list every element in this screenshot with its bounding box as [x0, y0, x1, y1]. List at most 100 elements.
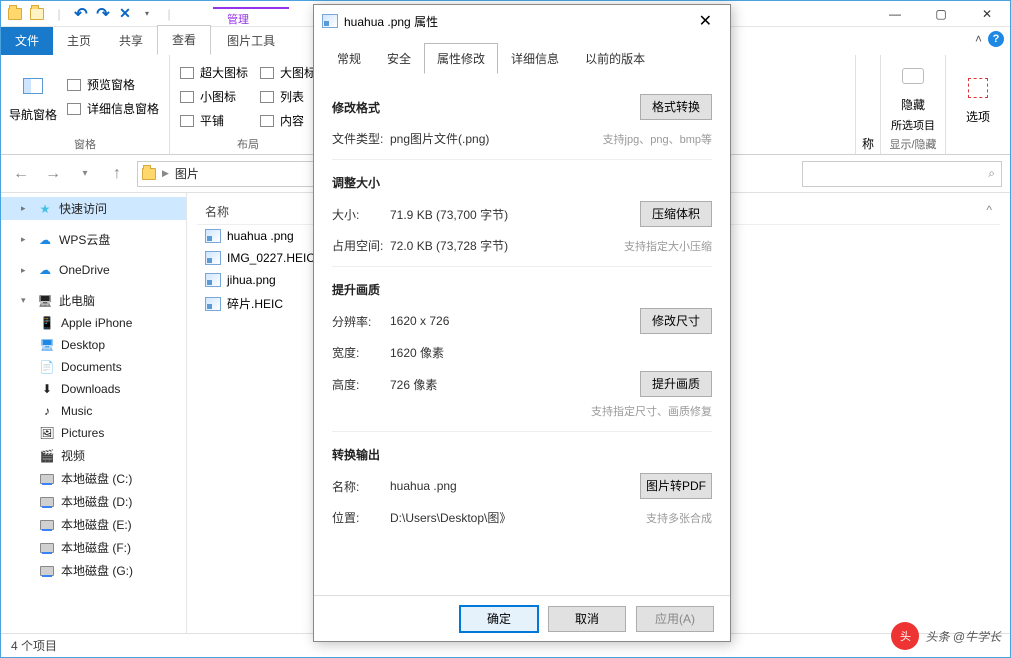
- layout-content[interactable]: 内容: [256, 109, 320, 133]
- dialog-close-button[interactable]: ✕: [689, 7, 722, 35]
- options-button[interactable]: 选项: [952, 59, 1004, 138]
- pc-icon: 🖥: [37, 293, 53, 309]
- item-count: 4 个项目: [11, 637, 57, 654]
- app-icon: [29, 6, 45, 22]
- tree-drive-f[interactable]: 本地磁盘 (F:): [1, 536, 186, 559]
- ribbon-group-right-edge: 称: [855, 55, 881, 154]
- address-folder-icon: [142, 168, 156, 180]
- tab-previous[interactable]: 以前的版本: [572, 43, 658, 74]
- watermark: 头 头条 @牛学长: [891, 622, 1001, 650]
- preview-pane-button[interactable]: 预览窗格: [63, 73, 163, 97]
- ribbon-group-hide: 隐藏 所选项目 显示/隐藏: [881, 55, 946, 154]
- tree-documents[interactable]: 📄Documents: [1, 356, 186, 378]
- small-icons-icon: [180, 91, 194, 103]
- tree-wps-cloud[interactable]: ▸☁WPS云盘: [1, 228, 186, 251]
- window-controls: — ▢ ✕: [872, 1, 1010, 27]
- qat-dropdown-icon[interactable]: ▾: [139, 6, 155, 22]
- tree-onedrive[interactable]: ▸☁OneDrive: [1, 259, 186, 281]
- value-filetype: png图片文件(.png): [390, 130, 603, 147]
- compress-button[interactable]: 压缩体积: [640, 201, 712, 227]
- tree-pictures[interactable]: 🖼Pictures: [1, 422, 186, 444]
- tab-security[interactable]: 安全: [374, 43, 424, 74]
- drive-icon: [39, 540, 55, 556]
- tree-drive-d[interactable]: 本地磁盘 (D:): [1, 490, 186, 513]
- apply-button[interactable]: 应用(A): [636, 606, 714, 632]
- section-quality: 提升画质: [332, 281, 712, 298]
- maximize-button[interactable]: ▢: [918, 1, 964, 27]
- dialog-title: huahua .png 属性: [344, 13, 438, 30]
- ok-button[interactable]: 确定: [460, 606, 538, 632]
- tree-desktop[interactable]: 🖥Desktop: [1, 334, 186, 356]
- col-name[interactable]: 名称: [197, 203, 237, 220]
- ribbon-collapse: ˄ ?: [975, 31, 1004, 47]
- dialog-tabs: 常规 安全 属性修改 详细信息 以前的版本: [314, 37, 730, 74]
- col-sort-icon[interactable]: ^: [978, 203, 1000, 220]
- minimize-button[interactable]: —: [872, 1, 918, 27]
- tab-details[interactable]: 详细信息: [498, 43, 572, 74]
- tab-view[interactable]: 查看: [157, 25, 211, 55]
- close-button[interactable]: ✕: [964, 1, 1010, 27]
- search-icon: ⌕: [988, 166, 995, 181]
- tab-share[interactable]: 共享: [105, 27, 157, 55]
- collapse-ribbon-icon[interactable]: ˄: [975, 32, 982, 46]
- nav-pane-button[interactable]: 导航窗格: [7, 59, 59, 134]
- hint-output: 支持多张合成: [646, 510, 712, 526]
- layout-small[interactable]: 小图标: [176, 85, 252, 109]
- to-pdf-button[interactable]: 图片转PDF: [640, 473, 712, 499]
- layout-tiles[interactable]: 平铺: [176, 109, 252, 133]
- section-resize: 调整大小: [332, 174, 712, 191]
- content-icon: [260, 115, 274, 127]
- large-icons-icon: [260, 67, 274, 79]
- search-input[interactable]: ⌕: [802, 161, 1002, 187]
- details-pane-icon: [67, 103, 81, 115]
- tree-quick-access[interactable]: ▸★快速访问: [1, 197, 186, 220]
- help-icon[interactable]: ?: [988, 31, 1004, 47]
- nav-forward-button[interactable]: →: [41, 162, 65, 186]
- breadcrumb[interactable]: 图片: [175, 165, 199, 182]
- music-icon: ♪: [39, 403, 55, 419]
- tab-home[interactable]: 主页: [53, 27, 105, 55]
- phone-icon: 📱: [39, 315, 55, 331]
- redo-icon[interactable]: ↷: [95, 6, 111, 22]
- tree-music[interactable]: ♪Music: [1, 400, 186, 422]
- tab-general[interactable]: 常规: [324, 43, 374, 74]
- enhance-button[interactable]: 提升画质: [640, 371, 712, 397]
- qat-separator: |: [51, 6, 67, 22]
- tab-picture-tools[interactable]: 图片工具: [213, 27, 289, 55]
- tab-attr-modify[interactable]: 属性修改: [424, 43, 498, 74]
- layout-large[interactable]: 大图标: [256, 61, 320, 85]
- tree-videos[interactable]: 🎬视频: [1, 444, 186, 467]
- group-label-layout: 布局: [176, 134, 320, 152]
- nav-recent-dropdown[interactable]: ▾: [73, 162, 97, 186]
- tab-file[interactable]: 文件: [1, 27, 53, 55]
- desktop-icon: 🖥: [39, 337, 55, 353]
- pictures-icon: 🖼: [39, 425, 55, 441]
- tree-downloads[interactable]: ⬇Downloads: [1, 378, 186, 400]
- cancel-button[interactable]: 取消: [548, 606, 626, 632]
- details-pane-button[interactable]: 详细信息窗格: [63, 97, 163, 121]
- nav-up-button[interactable]: ↑: [105, 162, 129, 186]
- nav-back-button[interactable]: ←: [9, 162, 33, 186]
- layout-xlarge[interactable]: 超大图标: [176, 61, 252, 85]
- list-icon: [260, 91, 274, 103]
- tree-drive-c[interactable]: 本地磁盘 (C:): [1, 467, 186, 490]
- format-convert-button[interactable]: 格式转换: [640, 94, 712, 120]
- tree-apple-iphone[interactable]: 📱Apple iPhone: [1, 312, 186, 334]
- folder-icon: [7, 6, 23, 22]
- hide-button[interactable]: 隐藏 所选项目: [887, 59, 939, 134]
- navigation-pane[interactable]: ▸★快速访问 ▸☁WPS云盘 ▸☁OneDrive ▾🖥此电脑 📱Apple i…: [1, 193, 187, 633]
- label-location: 位置:: [332, 509, 390, 526]
- delete-icon[interactable]: ✕: [117, 6, 133, 22]
- tree-drive-e[interactable]: 本地磁盘 (E:): [1, 513, 186, 536]
- tree-this-pc[interactable]: ▾🖥此电脑: [1, 289, 186, 312]
- image-file-icon: [205, 273, 221, 287]
- tree-drive-g[interactable]: 本地磁盘 (G:): [1, 559, 186, 582]
- resize-button[interactable]: 修改尺寸: [640, 308, 712, 334]
- label-size: 大小:: [332, 206, 390, 223]
- qat-separator-2: |: [161, 6, 177, 22]
- image-file-icon: [205, 251, 221, 265]
- chevron-right-icon[interactable]: ▶: [162, 168, 169, 179]
- nav-pane-icon: [17, 70, 49, 102]
- layout-list[interactable]: 列表: [256, 85, 320, 109]
- undo-icon[interactable]: ↶: [73, 6, 89, 22]
